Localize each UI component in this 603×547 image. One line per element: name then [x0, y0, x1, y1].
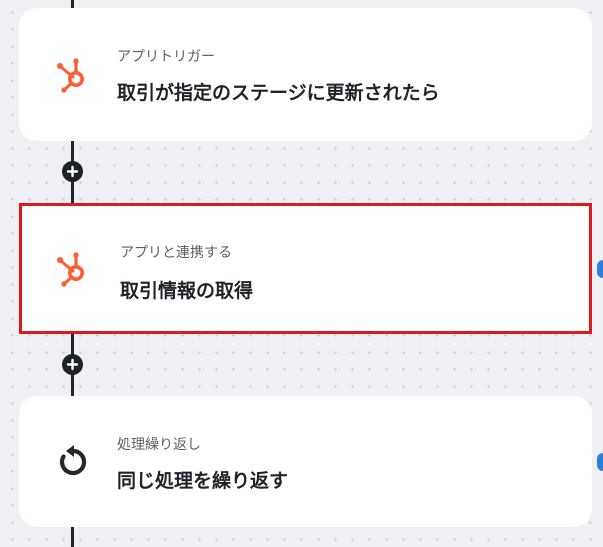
add-step-button[interactable] — [62, 161, 83, 182]
step-type-label: アプリと連携する — [120, 244, 232, 260]
connection-handle[interactable] — [597, 453, 603, 471]
connection-handle[interactable] — [597, 260, 603, 278]
step-title: 取引情報の取得 — [120, 281, 254, 302]
plus-icon — [66, 165, 79, 178]
flow-step-app-card[interactable]: アプリと連携する 取引情報の取得 — [19, 203, 592, 334]
step-title: 取引が指定のステージに更新されたら — [117, 83, 440, 104]
add-step-button[interactable] — [62, 354, 83, 375]
step-title: 同じ処理を繰り返す — [117, 471, 289, 492]
hubspot-icon — [52, 55, 92, 95]
hubspot-icon — [52, 249, 92, 289]
step-type-label: アプリトリガー — [117, 48, 215, 64]
loop-icon — [52, 442, 92, 482]
step-type-label: 処理繰り返し — [117, 436, 201, 452]
flow-step-loop-card[interactable]: 処理繰り返し 同じ処理を繰り返す — [19, 396, 592, 527]
flow-step-trigger-card[interactable]: アプリトリガー 取引が指定のステージに更新されたら — [19, 8, 592, 141]
plus-icon — [66, 358, 79, 371]
